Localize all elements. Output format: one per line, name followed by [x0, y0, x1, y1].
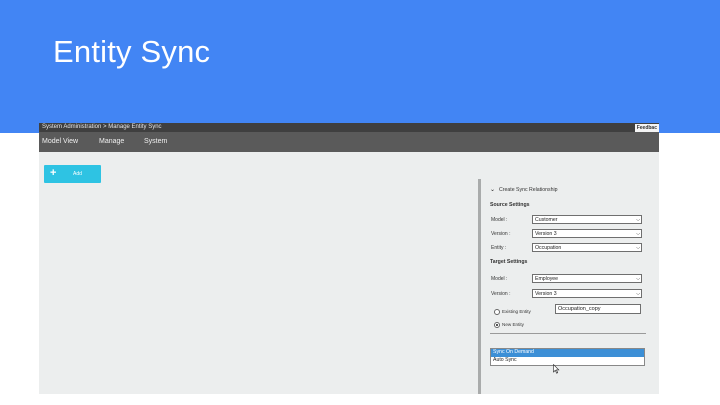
app-screenshot: System Administration > Manage Entity Sy… [39, 123, 659, 394]
new-entity-name-input[interactable]: Occupation_copy [555, 304, 641, 314]
menu-system[interactable]: System [144, 132, 167, 152]
source-model-value: Customer [535, 217, 558, 223]
source-model-label: Model : [491, 217, 508, 223]
feedback-button[interactable]: Feedbac [634, 124, 659, 132]
breadcrumb: System Administration > Manage Entity Sy… [42, 124, 162, 130]
source-version-value: Version 3 [535, 231, 557, 237]
new-entity-label: New Entity [502, 322, 524, 327]
dropdown-arrow-icon: ⌵ [636, 291, 640, 297]
source-model-select[interactable]: Customer ⌵ [532, 215, 642, 224]
target-model-select[interactable]: Employee ⌵ [532, 274, 642, 283]
target-settings-heading: Target Settings [490, 259, 528, 265]
target-version-label: Version : [491, 291, 511, 297]
add-button-label: Add [73, 171, 82, 177]
existing-entity-radio[interactable] [494, 309, 500, 315]
dropdown-arrow-icon: ⌵ [636, 217, 640, 223]
slide-header: Entity Sync [0, 0, 720, 133]
source-settings-heading: Source Settings [490, 202, 530, 208]
target-version-value: Version 3 [535, 291, 557, 297]
panel-divider[interactable] [478, 179, 481, 394]
panel-title[interactable]: ⌄ Create Sync Relationship [490, 186, 558, 193]
menu-manage[interactable]: Manage [99, 132, 124, 152]
sync-type-listbox[interactable]: Sync On Demand Auto Sync [490, 348, 645, 366]
source-version-label: Version : [491, 231, 511, 237]
sync-option-auto[interactable]: Auto Sync [491, 357, 644, 365]
sync-option-on-demand[interactable]: Sync On Demand [491, 349, 644, 357]
target-model-label: Model : [491, 276, 508, 282]
menu-bar: Model View Manage System [39, 132, 659, 152]
target-version-select[interactable]: Version 3 ⌵ [532, 289, 642, 298]
panel-title-label: Create Sync Relationship [499, 187, 558, 193]
section-divider [490, 333, 646, 334]
target-model-value: Employee [535, 276, 559, 282]
mouse-cursor-icon [553, 364, 560, 374]
add-button[interactable]: + Add [44, 165, 101, 183]
source-entity-label: Entity : [491, 245, 507, 251]
title-bar: System Administration > Manage Entity Sy… [39, 123, 659, 132]
source-entity-select[interactable]: Occupation ⌵ [532, 243, 642, 252]
menu-model-view[interactable]: Model View [42, 132, 78, 152]
plus-icon: + [50, 167, 57, 179]
source-version-select[interactable]: Version 3 ⌵ [532, 229, 642, 238]
chevron-down-icon: ⌄ [490, 187, 496, 193]
dropdown-arrow-icon: ⌵ [636, 245, 640, 251]
dropdown-arrow-icon: ⌵ [636, 276, 640, 282]
slide-title: Entity Sync [53, 34, 211, 69]
source-entity-value: Occupation [535, 245, 562, 251]
dropdown-arrow-icon: ⌵ [636, 231, 640, 237]
existing-entity-label: Existing Entity [502, 309, 531, 314]
new-entity-radio[interactable] [494, 322, 500, 328]
